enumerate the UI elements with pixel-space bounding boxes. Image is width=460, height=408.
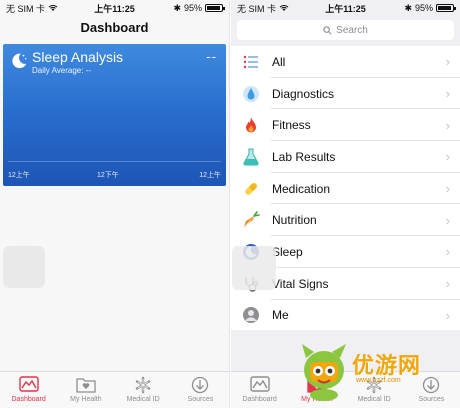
watermark-url: www.uzzf.com — [356, 377, 401, 384]
tab-medical-id[interactable]: Medical ID — [115, 372, 172, 408]
chevron-right-icon: › — [445, 212, 450, 228]
moon-icon — [12, 53, 27, 69]
list-item-label: Medication — [272, 181, 331, 196]
sleep-analysis-card[interactable]: Sleep Analysis -- Daily Average: -- 12上午… — [3, 44, 226, 186]
card-subtitle: Daily Average: -- — [32, 66, 91, 75]
list-item-me[interactable]: Me › — [231, 300, 460, 332]
dashboard-icon — [18, 376, 39, 392]
bluetooth-icon: ✱ — [173, 2, 181, 13]
download-icon — [423, 376, 440, 394]
status-bar: 无 SIM 卡 上午11:25 ✱ 95% — [0, 0, 229, 16]
list-icon — [241, 52, 261, 72]
health-data-screen: 无 SIM 卡 上午11:25 ✱ 95% Search All › Diagn… — [231, 0, 460, 408]
chevron-right-icon: › — [445, 276, 450, 292]
card-value: -- — [206, 49, 217, 64]
chart-baseline — [8, 161, 221, 162]
card-title: Sleep Analysis — [32, 49, 124, 65]
axis-tick: 12上午 — [8, 172, 30, 179]
tab-my-health[interactable]: My Health — [57, 372, 114, 408]
chevron-right-icon: › — [445, 244, 450, 260]
carrot-icon — [241, 210, 261, 230]
search-icon — [323, 25, 332, 34]
list-item-label: Nutrition — [272, 213, 317, 228]
wifi-icon — [279, 5, 289, 11]
list-item-label: Vital Signs — [272, 276, 329, 291]
tab-dashboard[interactable]: Dashboard — [0, 372, 57, 408]
chevron-right-icon: › — [445, 181, 450, 197]
empty-area — [231, 330, 460, 371]
list-item-medication[interactable]: Medication › — [231, 173, 460, 205]
search-placeholder: Search — [336, 24, 368, 36]
chevron-right-icon: › — [445, 54, 450, 70]
list-item-label: Sleep — [272, 244, 303, 259]
person-icon — [241, 305, 261, 325]
list-item-all[interactable]: All › — [231, 46, 460, 78]
bluetooth-icon: ✱ — [404, 2, 412, 13]
list-item-label: Fitness — [272, 118, 311, 133]
flask-icon — [241, 147, 261, 167]
drop-icon — [241, 84, 261, 104]
placeholder-tile — [3, 246, 45, 288]
list-item-fitness[interactable]: Fitness › — [231, 109, 460, 141]
battery-icon — [205, 4, 225, 12]
battery-percent: 95% — [414, 3, 433, 13]
folder-heart-icon — [307, 378, 327, 393]
list-item-label: Me — [272, 308, 289, 323]
list-item-label: All — [272, 54, 286, 69]
page-title: Dashboard — [80, 20, 149, 35]
tab-my-health[interactable]: My Health — [288, 372, 345, 408]
chevron-right-icon: › — [445, 86, 450, 102]
tab-bar: Dashboard My Health Medical ID Sources — [0, 371, 229, 408]
chevron-right-icon: › — [445, 307, 450, 323]
placeholder-tile — [232, 246, 276, 290]
carrier-label: 无 SIM 卡 — [237, 3, 277, 14]
axis-tick: 12下午 — [97, 172, 119, 179]
chevron-right-icon: › — [445, 117, 450, 133]
list-item-lab-results[interactable]: Lab Results › — [231, 141, 460, 173]
battery-percent: 95% — [183, 3, 202, 13]
chevron-right-icon: › — [445, 149, 450, 165]
download-icon — [192, 376, 209, 394]
list-item-nutrition[interactable]: Nutrition › — [231, 204, 460, 236]
status-bar: 无 SIM 卡 上午11:25 ✱ 95% — [231, 0, 460, 16]
carrier-label: 无 SIM 卡 — [6, 3, 46, 14]
tab-dashboard[interactable]: Dashboard — [231, 372, 288, 408]
wifi-icon — [48, 5, 58, 11]
list-item-label: Lab Results — [272, 149, 336, 164]
list-item-diagnostics[interactable]: Diagnostics › — [231, 78, 460, 110]
tab-bar: Dashboard My Health Medical ID Sources — [231, 371, 460, 408]
dashboard-screen: 无 SIM 卡 上午11:25 ✱ 95% Dashboard Sleep An… — [0, 0, 230, 408]
tab-sources[interactable]: Sources — [172, 372, 229, 408]
watermark-text: 优游网 — [352, 353, 422, 378]
battery-icon — [436, 4, 456, 12]
list-item-label: Diagnostics — [272, 86, 335, 101]
folder-heart-icon — [76, 378, 96, 393]
flame-icon — [241, 115, 261, 135]
search-input[interactable]: Search — [237, 20, 454, 40]
axis-tick: 12上午 — [199, 172, 221, 179]
medical-star-icon — [135, 376, 151, 394]
pill-icon — [241, 179, 261, 199]
dashboard-icon — [249, 376, 270, 392]
